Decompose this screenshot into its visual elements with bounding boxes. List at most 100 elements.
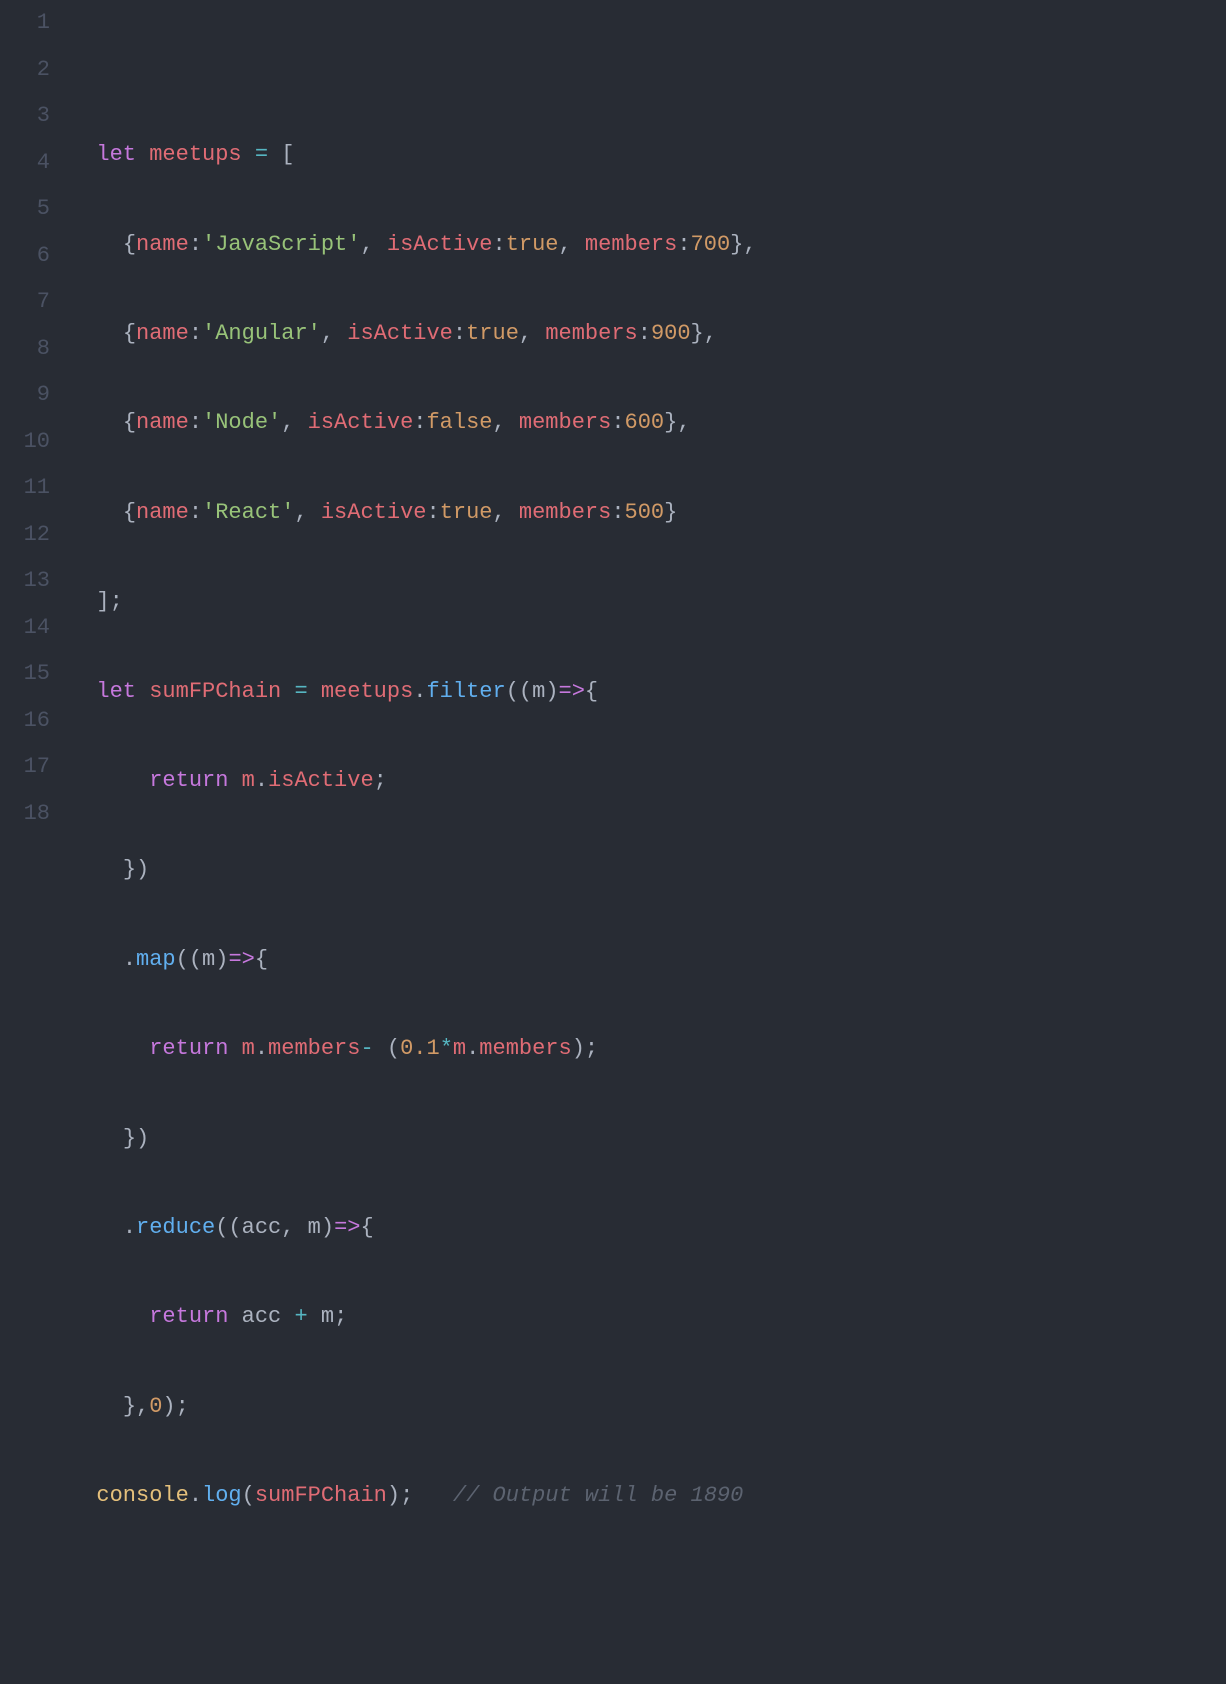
- keyword-return: return: [149, 1036, 228, 1061]
- arrow: =>: [559, 679, 585, 704]
- boolean-literal: true: [440, 500, 493, 525]
- line-number: 11: [0, 465, 50, 512]
- operator-equals: =: [255, 142, 268, 167]
- number-literal: 900: [651, 321, 691, 346]
- method-map: map: [136, 947, 176, 972]
- variable: meetups: [149, 142, 241, 167]
- number-literal: 0.1: [400, 1036, 440, 1061]
- parameter: m: [532, 679, 545, 704]
- line-number-gutter: 1 2 3 4 5 6 7 8 9 10 11 12 13 14 15 16 1…: [0, 0, 70, 842]
- code-line: {name:'JavaScript', isActive:true, membe…: [70, 222, 1226, 269]
- identifier: acc: [242, 1304, 282, 1329]
- method-reduce: reduce: [136, 1215, 215, 1240]
- identifier: sumFPChain: [255, 1483, 387, 1508]
- line-number: 1: [0, 0, 50, 47]
- line-number: 3: [0, 93, 50, 140]
- line-number: 12: [0, 512, 50, 559]
- boolean-literal: true: [506, 232, 559, 257]
- code-line: [70, 1563, 1226, 1610]
- property: members: [268, 1036, 360, 1061]
- line-number: 5: [0, 186, 50, 233]
- operator-plus: +: [294, 1304, 307, 1329]
- keyword-let: let: [96, 142, 136, 167]
- code-line: return m.isActive;: [70, 758, 1226, 805]
- code-line: ];: [70, 579, 1226, 626]
- line-number: 2: [0, 47, 50, 94]
- console: console: [96, 1483, 188, 1508]
- line-number: 6: [0, 233, 50, 280]
- bracket-close: ];: [96, 589, 122, 614]
- property-key: name: [136, 321, 189, 346]
- number-literal: 0: [149, 1394, 162, 1419]
- code-line: }): [70, 847, 1226, 894]
- keyword-return: return: [149, 768, 228, 793]
- boolean-literal: true: [466, 321, 519, 346]
- code-area[interactable]: let meetups = [ {name:'JavaScript', isAc…: [70, 0, 1226, 842]
- code-line: let sumFPChain = meetups.filter((m)=>{: [70, 669, 1226, 716]
- number-literal: 500: [625, 500, 665, 525]
- code-line: {name:'React', isActive:true, members:50…: [70, 490, 1226, 537]
- code-line: console.log(sumFPChain); // Output will …: [70, 1473, 1226, 1520]
- line-number: 16: [0, 698, 50, 745]
- line-number: 10: [0, 419, 50, 466]
- boolean-literal: false: [426, 410, 492, 435]
- property-key: members: [519, 500, 611, 525]
- bracket-open: [: [281, 142, 294, 167]
- property-key: name: [136, 410, 189, 435]
- keyword-return: return: [149, 1304, 228, 1329]
- comment: // Output will be 1890: [453, 1483, 743, 1508]
- identifier: meetups: [321, 679, 413, 704]
- code-line: return m.members- (0.1*m.members);: [70, 1026, 1226, 1073]
- property-key: members: [545, 321, 637, 346]
- parameter: m: [202, 947, 215, 972]
- line-number: 14: [0, 605, 50, 652]
- code-line: .map((m)=>{: [70, 937, 1226, 984]
- line-number: 8: [0, 326, 50, 373]
- operator-minus: -: [360, 1036, 373, 1061]
- property-key: isActive: [321, 500, 427, 525]
- identifier: m: [242, 768, 255, 793]
- number-literal: 700: [691, 232, 731, 257]
- line-number: 18: [0, 791, 50, 838]
- string-literal: 'JavaScript': [202, 232, 360, 257]
- code-line: }): [70, 1116, 1226, 1163]
- property-key: name: [136, 232, 189, 257]
- identifier: m: [453, 1036, 466, 1061]
- operator-equals: =: [294, 679, 307, 704]
- parameter: m: [308, 1215, 321, 1240]
- number-literal: 600: [625, 410, 665, 435]
- line-number: 4: [0, 140, 50, 187]
- string-literal: 'Node': [202, 410, 281, 435]
- property-key: isActive: [308, 410, 414, 435]
- property-key: members: [519, 410, 611, 435]
- parameter: acc: [242, 1215, 282, 1240]
- line-number: 7: [0, 279, 50, 326]
- property-key: name: [136, 500, 189, 525]
- identifier: m: [321, 1304, 334, 1329]
- string-literal: 'Angular': [202, 321, 321, 346]
- code-line: },0);: [70, 1384, 1226, 1431]
- property-key: isActive: [347, 321, 453, 346]
- property: isActive: [268, 768, 374, 793]
- code-editor: 1 2 3 4 5 6 7 8 9 10 11 12 13 14 15 16 1…: [0, 0, 1226, 842]
- code-line: {name:'Node', isActive:false, members:60…: [70, 400, 1226, 447]
- identifier: m: [242, 1036, 255, 1061]
- operator-star: *: [440, 1036, 453, 1061]
- code-line: let meetups = [: [70, 132, 1226, 179]
- line-number: 17: [0, 744, 50, 791]
- line-number: 15: [0, 651, 50, 698]
- code-line: {name:'Angular', isActive:true, members:…: [70, 311, 1226, 358]
- code-line: .reduce((acc, m)=>{: [70, 1205, 1226, 1252]
- code-line: return acc + m;: [70, 1294, 1226, 1341]
- arrow: =>: [228, 947, 254, 972]
- string-literal: 'React': [202, 500, 294, 525]
- property-key: members: [585, 232, 677, 257]
- line-number: 9: [0, 372, 50, 419]
- method-log: log: [202, 1483, 242, 1508]
- arrow: =>: [334, 1215, 360, 1240]
- property-key: isActive: [387, 232, 493, 257]
- keyword-let: let: [96, 679, 136, 704]
- line-number: 13: [0, 558, 50, 605]
- method-filter: filter: [426, 679, 505, 704]
- variable: sumFPChain: [149, 679, 281, 704]
